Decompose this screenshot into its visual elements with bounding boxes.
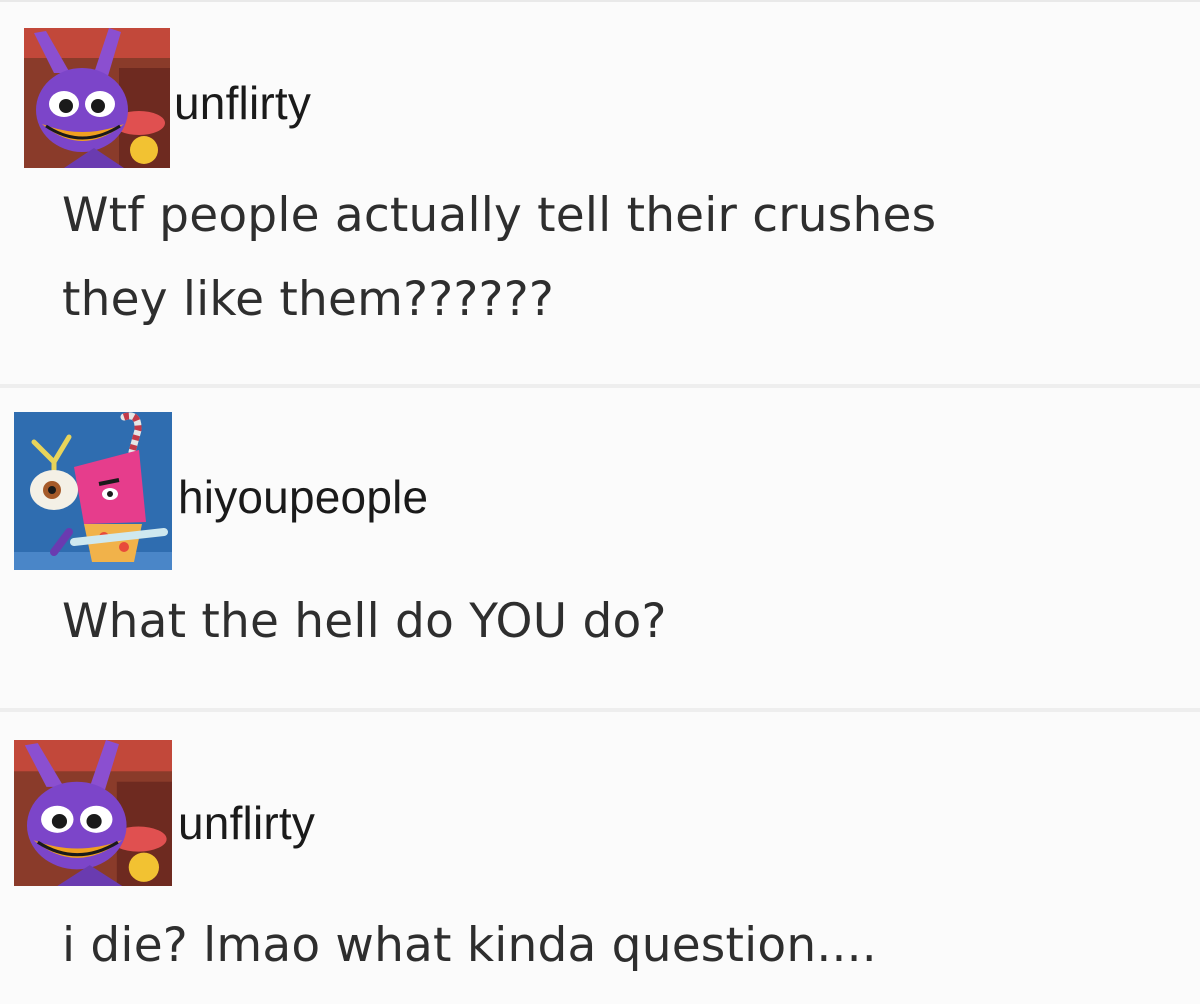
message-text: Wtf people actually tell their crushes t… <box>62 174 936 342</box>
message-line: What the hell do YOU do? <box>62 594 667 649</box>
username[interactable]: unflirty <box>174 80 311 126</box>
message-text: What the hell do YOU do? <box>62 580 667 664</box>
message-line: i die? lmao what kinda question.... <box>62 918 877 973</box>
message-line: they like them?????? <box>62 272 554 327</box>
message-text: i die? lmao what kinda question.... <box>62 904 877 988</box>
post: unflirty i die? lmao what kinda question… <box>0 712 1200 1004</box>
message-line: Wtf people actually tell their crushes <box>62 188 937 243</box>
jester-character-avatar-icon[interactable] <box>14 740 172 886</box>
pink-cyclops-character-avatar-icon[interactable] <box>14 412 172 570</box>
username[interactable]: hiyoupeople <box>178 474 428 520</box>
jester-character-avatar-icon[interactable] <box>24 28 170 168</box>
post: hiyoupeople What the hell do YOU do? <box>0 388 1200 708</box>
username[interactable]: unflirty <box>178 800 315 846</box>
post: unflirty Wtf people actually tell their … <box>0 0 1200 386</box>
